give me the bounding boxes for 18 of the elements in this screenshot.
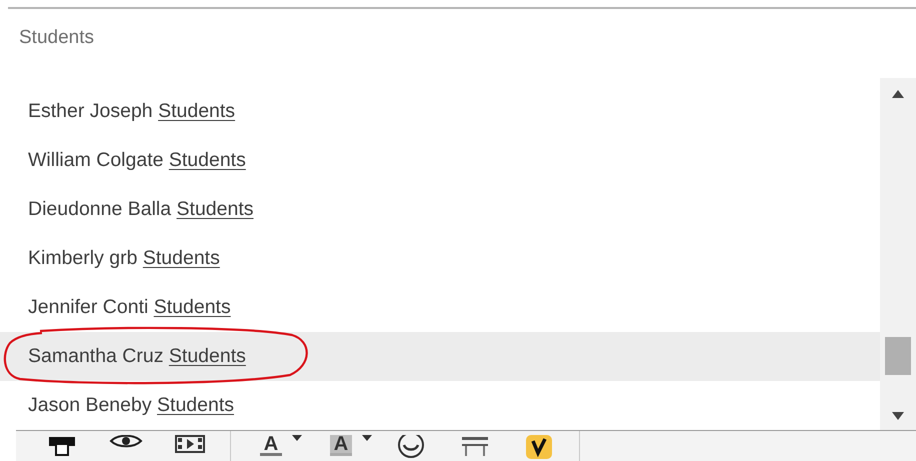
- check-icon: [524, 435, 554, 459]
- film-icon: [175, 435, 205, 453]
- result-item[interactable]: Jennifer Conti Students: [0, 283, 880, 332]
- table-icon: [460, 435, 490, 457]
- result-item[interactable]: Esther Joseph Students: [0, 87, 880, 136]
- scrollbar-thumb[interactable]: [885, 337, 911, 375]
- result-item[interactable]: William Colgate Students: [0, 136, 880, 185]
- print-icon: [47, 435, 77, 457]
- result-item[interactable]: Jason Beneby Students: [0, 381, 880, 430]
- caret-icon: [362, 435, 372, 441]
- caret-icon: [292, 435, 302, 441]
- result-item[interactable]: Dieudonne Balla Students: [0, 185, 880, 234]
- scroll-up-icon[interactable]: [892, 90, 904, 98]
- scroll-down-icon[interactable]: [892, 412, 904, 420]
- result-item[interactable]: Samantha Cruz Students: [0, 332, 880, 381]
- result-item[interactable]: Kimberly grb Students: [0, 234, 880, 283]
- smiley-icon: [397, 435, 425, 459]
- highlight-color-button[interactable]: A: [309, 431, 373, 461]
